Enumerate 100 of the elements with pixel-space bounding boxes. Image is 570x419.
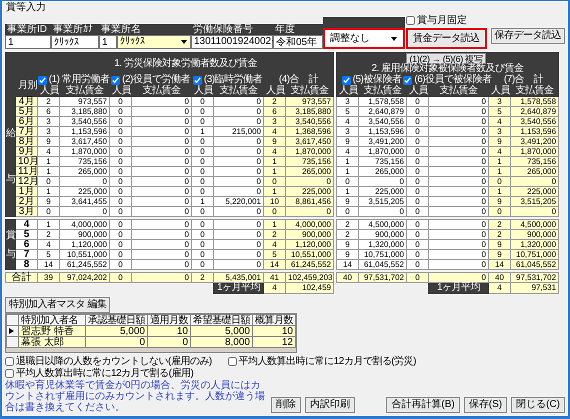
average-label: 1ヶ月平均 [214,282,264,294]
column-header: (7)合 計 [504,75,544,85]
dropdown[interactable]: ｸﾘｯｸｽ [117,35,191,49]
table-cell: 39 [38,272,60,282]
table-cell: 4,000,000 [286,220,334,230]
checkbox[interactable] [38,76,47,84]
input-field[interactable]: ｸﾘｯｸｽ [51,35,99,49]
dropdown[interactable]: 13011001924002 [191,35,273,49]
table-cell: 幕張 太郎 [18,336,86,348]
table-cell: 97,024,202 [60,272,110,282]
table-cell: 0 [428,272,488,282]
dropdown[interactable]: 調整なし [323,28,405,49]
column-header: 人員 [264,86,286,96]
table-cell: 0 [110,272,132,282]
row-label: 合計 [6,272,38,282]
table-cell: 14 [336,260,358,270]
load-button[interactable]: 保存データ読込 [490,28,565,44]
column-header: 概算月数 [252,314,296,326]
column-header: (5)被保険者 [352,75,402,85]
input-field[interactable]: 1 [5,35,51,49]
table-cell: 4 [336,116,358,126]
field-label: 年度 [273,24,323,35]
caret-icon [181,40,187,44]
column-header: 希望基礎日額 [190,314,252,326]
table-cell: 5,435,001 [214,272,264,282]
column-header: 支払賃金 [214,86,264,96]
table-cell: 41 [264,272,286,282]
column-header: 人員 [488,86,510,96]
load-button[interactable]: 賃金データ読込 [406,28,486,49]
table-cell: 3 [336,96,358,106]
table-cell: 4,500,000 [358,220,406,230]
column-header: 支払賃金 [132,86,192,96]
field-label: 事業所ｶﾅ [51,24,99,35]
table-cell: 0 [132,220,192,230]
column-header: 特別加入者名 [18,314,86,326]
column-header: 支払賃金 [286,86,334,96]
field-label: 事業所名 [99,24,191,35]
table-cell: 9 [336,136,358,146]
section-title: 2. 雇用保険対象被保険者数及び賃金 [371,64,524,74]
action-button[interactable]: 削除 [271,397,301,413]
table-cell: 97,531,702 [358,272,406,282]
checkbox[interactable] [192,76,202,84]
caret-icon [391,36,397,40]
table-cell: 0 [406,272,428,282]
column-header: 人員 [406,86,428,96]
checkbox[interactable] [111,76,120,84]
edit-button[interactable]: 特別加入者マスタ 編集 [5,297,110,313]
column-header: (6)役員で被保険者 [414,75,492,85]
column-header: 人員 [110,86,132,96]
side-label: 給与 [6,126,16,186]
table-cell: 97,531,702 [510,272,559,282]
table-cell: 習志野 特香 [18,326,86,336]
table-cell: 4 [336,146,358,156]
table-cell: 3 [336,126,358,136]
action-button[interactable]: 合計再計算(B) [386,397,460,413]
side-label: 賞与 [6,228,16,262]
table-cell: 40 [336,272,358,282]
column-header: 支払賃金 [358,86,406,96]
table-cell: 5 [336,106,358,116]
column-header: 支払賃金 [60,86,110,96]
table-cell: 9 [336,196,358,206]
checkbox[interactable] [403,76,412,84]
table-cell: 2 [336,220,358,230]
action-button[interactable]: 閉じる(C) [511,397,565,413]
table-cell: 9 [336,250,358,260]
checkbox[interactable] [5,368,14,378]
table-cell: 4,500,000 [510,220,559,230]
column-header: 支払賃金 [510,86,559,96]
table-cell: 2 [192,272,214,282]
checkbox-label: 賞与月固定 [417,14,467,26]
table-cell: 0 [428,220,488,230]
table-cell: 2 [488,220,510,230]
column-header: 適用月数 [148,314,190,326]
table-cell: 0 [406,220,428,230]
table-cell: 0 [336,176,358,186]
checkbox-label: 平均人数算出時に常に12カ月で割る(雇用) [16,368,194,378]
table-cell: 102,459,203 [286,272,334,282]
table-cell: 0 [110,220,132,230]
table-cell: 2 [336,230,358,240]
column-header: 承認基礎日額 [86,314,148,326]
input-field[interactable]: 令和05年 [273,35,323,49]
input-field[interactable]: 1 [99,35,117,49]
table-cell: 9 [336,240,358,250]
checkbox[interactable] [342,76,351,84]
action-button[interactable]: 保存(S) [464,397,508,413]
note-text: 休暇や育児休業等で賃金が0円の場合、労災の人員にはカウントされず雇用にのみカウントされます。人数が違う場合は書き換えてください。 [5,380,266,413]
window-title: 賞等入力 [5,1,47,14]
checkbox[interactable] [5,356,14,366]
field-label: 労働保険番号 [191,24,273,35]
column-header: 人員 [336,86,358,96]
column-header: (2)役員で労働者 [122,75,190,85]
table-cell: 4,000,000 [60,220,110,230]
action-button[interactable]: 内訳印刷 [305,397,355,413]
column-header: 人員 [38,86,60,96]
checkbox[interactable] [228,356,237,366]
column-header: 人員 [192,86,214,96]
column-header: (3)臨時労働者 [204,75,262,85]
checkbox[interactable] [406,16,415,24]
column-header: 支払賃金 [428,86,488,96]
copy-button[interactable]: (1)(2) → (5)(6) 複写 [406,53,486,64]
